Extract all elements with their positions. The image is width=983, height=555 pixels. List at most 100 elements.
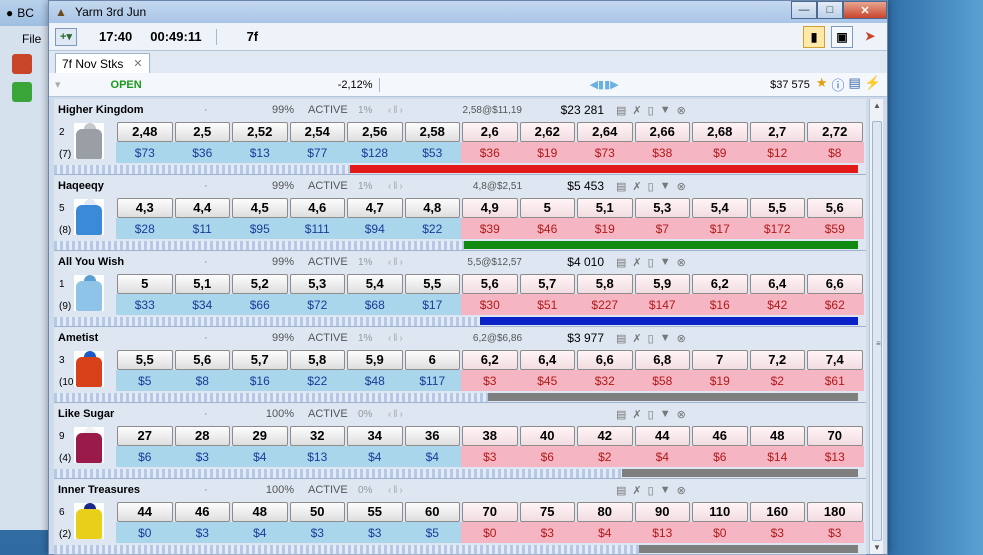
back-price-button[interactable]: 2,5 bbox=[174, 122, 230, 142]
ladder-icon[interactable]: ▯ bbox=[648, 104, 654, 117]
lay-price-button[interactable]: 7 bbox=[692, 350, 748, 370]
close-runner-icon[interactable]: ⊗ bbox=[677, 256, 686, 269]
chart-icon[interactable]: ▤ bbox=[616, 408, 626, 421]
lay-price-button[interactable]: 2,68 bbox=[692, 122, 748, 142]
expand-icon[interactable]: ▼ bbox=[660, 104, 671, 117]
back-price-button[interactable]: 4,4 bbox=[174, 198, 230, 218]
scroll-up-icon[interactable]: ▲ bbox=[873, 101, 881, 110]
chart-icon[interactable]: ▤ bbox=[616, 332, 626, 345]
lay-price-button[interactable]: 75 bbox=[519, 502, 575, 522]
chart-icon[interactable]: ▤ bbox=[616, 180, 626, 193]
lay-price-button[interactable]: 5,7 bbox=[519, 274, 575, 294]
runner-name[interactable]: Haqeeqy bbox=[54, 180, 204, 192]
lay-price-button[interactable]: 44 bbox=[634, 426, 690, 446]
back-price-button[interactable]: 5,2 bbox=[232, 274, 288, 294]
info-icon[interactable]: ⓘ bbox=[832, 75, 845, 94]
lay-price-button[interactable]: 5,5 bbox=[749, 198, 805, 218]
lay-price-button[interactable]: 6,8 bbox=[634, 350, 690, 370]
tools-icon[interactable]: ✗ bbox=[632, 180, 641, 193]
lay-price-button[interactable]: 5,8 bbox=[577, 274, 633, 294]
tab-market[interactable]: 7f Nov Stks ✕ bbox=[55, 53, 150, 73]
lay-price-button[interactable]: 180 bbox=[807, 502, 863, 522]
ladder-icon[interactable]: ▯ bbox=[648, 484, 654, 497]
lay-price-button[interactable]: 2,6 bbox=[462, 122, 518, 142]
lay-price-button[interactable]: 2,7 bbox=[749, 122, 805, 142]
back-price-button[interactable]: 34 bbox=[347, 426, 403, 446]
lay-price-button[interactable]: 6,2 bbox=[462, 350, 518, 370]
back-price-button[interactable]: 32 bbox=[289, 426, 345, 446]
runner-name[interactable]: All You Wish bbox=[54, 256, 204, 268]
expand-icon[interactable]: ▼ bbox=[660, 408, 671, 421]
lay-price-button[interactable]: 2,64 bbox=[577, 122, 633, 142]
lay-price-button[interactable]: 6,6 bbox=[577, 350, 633, 370]
back-price-button[interactable]: 6 bbox=[404, 350, 460, 370]
back-price-button[interactable]: 2,54 bbox=[289, 122, 345, 142]
maximize-button[interactable]: □ bbox=[817, 1, 843, 19]
close-runner-icon[interactable]: ⊗ bbox=[677, 332, 686, 345]
navigation-arrows-icon[interactable]: ◀▮▮▶ bbox=[590, 78, 619, 91]
ladder-icon[interactable]: ▯ bbox=[648, 408, 654, 421]
dropdown-arrow-icon[interactable]: ▾ bbox=[55, 78, 61, 91]
calendar-icon[interactable] bbox=[12, 54, 32, 74]
expand-icon[interactable]: ▼ bbox=[660, 484, 671, 497]
lay-price-button[interactable]: 90 bbox=[634, 502, 690, 522]
back-price-button[interactable]: 2,56 bbox=[347, 122, 403, 142]
add-market-button[interactable]: +▾ bbox=[55, 27, 77, 46]
back-price-button[interactable]: 5,5 bbox=[404, 274, 460, 294]
lay-price-button[interactable]: 6,4 bbox=[519, 350, 575, 370]
ladder-icon[interactable]: ▯ bbox=[648, 180, 654, 193]
back-price-button[interactable]: 48 bbox=[232, 502, 288, 522]
runner-name[interactable]: Higher Kingdom bbox=[54, 104, 204, 116]
graph-icon[interactable]: ▤ bbox=[849, 75, 861, 94]
chart-view-icon[interactable]: ▮ bbox=[803, 25, 825, 48]
minimize-button[interactable]: — bbox=[791, 1, 817, 19]
lay-price-button[interactable]: 5,9 bbox=[634, 274, 690, 294]
lay-price-button[interactable]: 80 bbox=[577, 502, 633, 522]
runner-name[interactable]: Ametist bbox=[54, 332, 204, 344]
tools-icon[interactable]: ✗ bbox=[632, 104, 641, 117]
expand-icon[interactable]: ▼ bbox=[660, 332, 671, 345]
lay-price-button[interactable]: 160 bbox=[749, 502, 805, 522]
lay-price-button[interactable]: 70 bbox=[462, 502, 518, 522]
close-runner-icon[interactable]: ⊗ bbox=[677, 408, 686, 421]
refresh-icon[interactable] bbox=[12, 82, 32, 102]
vertical-scrollbar[interactable]: ▲ ≡ ▼ bbox=[869, 99, 883, 554]
back-price-button[interactable]: 4,3 bbox=[117, 198, 173, 218]
back-price-button[interactable]: 4,5 bbox=[232, 198, 288, 218]
pin-icon[interactable]: ➤ bbox=[859, 26, 881, 48]
back-price-button[interactable]: 5,6 bbox=[174, 350, 230, 370]
back-price-button[interactable]: 2,48 bbox=[117, 122, 173, 142]
lay-price-button[interactable]: 2,62 bbox=[519, 122, 575, 142]
lay-price-button[interactable]: 7,4 bbox=[807, 350, 863, 370]
back-price-button[interactable]: 5,8 bbox=[289, 350, 345, 370]
close-runner-icon[interactable]: ⊗ bbox=[677, 484, 686, 497]
lay-price-button[interactable]: 6,4 bbox=[749, 274, 805, 294]
back-price-button[interactable]: 5,4 bbox=[347, 274, 403, 294]
lightning-icon[interactable]: ⚡ bbox=[865, 75, 881, 94]
back-price-button[interactable]: 5 bbox=[117, 274, 173, 294]
ladder-icon[interactable]: ▯ bbox=[648, 332, 654, 345]
new-window-icon[interactable]: ▣ bbox=[831, 25, 853, 48]
tab-close-icon[interactable]: ✕ bbox=[133, 57, 142, 70]
lay-price-button[interactable]: 5,6 bbox=[807, 198, 863, 218]
lay-price-button[interactable]: 4,9 bbox=[462, 198, 518, 218]
back-price-button[interactable]: 4,8 bbox=[404, 198, 460, 218]
runner-name[interactable]: Like Sugar bbox=[54, 408, 204, 420]
lay-price-button[interactable]: 110 bbox=[692, 502, 748, 522]
back-price-button[interactable]: 5,5 bbox=[117, 350, 173, 370]
lay-price-button[interactable]: 5,4 bbox=[692, 198, 748, 218]
lay-price-button[interactable]: 5,1 bbox=[577, 198, 633, 218]
back-price-button[interactable]: 55 bbox=[347, 502, 403, 522]
lay-price-button[interactable]: 40 bbox=[519, 426, 575, 446]
back-price-button[interactable]: 4,6 bbox=[289, 198, 345, 218]
ladder-icon[interactable]: ▯ bbox=[648, 256, 654, 269]
back-price-button[interactable]: 46 bbox=[174, 502, 230, 522]
close-button[interactable]: ✕ bbox=[843, 1, 887, 19]
lay-price-button[interactable]: 38 bbox=[462, 426, 518, 446]
back-price-button[interactable]: 44 bbox=[117, 502, 173, 522]
back-price-button[interactable]: 29 bbox=[232, 426, 288, 446]
lay-price-button[interactable]: 48 bbox=[749, 426, 805, 446]
lay-price-button[interactable]: 5,6 bbox=[462, 274, 518, 294]
lay-price-button[interactable]: 7,2 bbox=[749, 350, 805, 370]
lay-price-button[interactable]: 5 bbox=[519, 198, 575, 218]
